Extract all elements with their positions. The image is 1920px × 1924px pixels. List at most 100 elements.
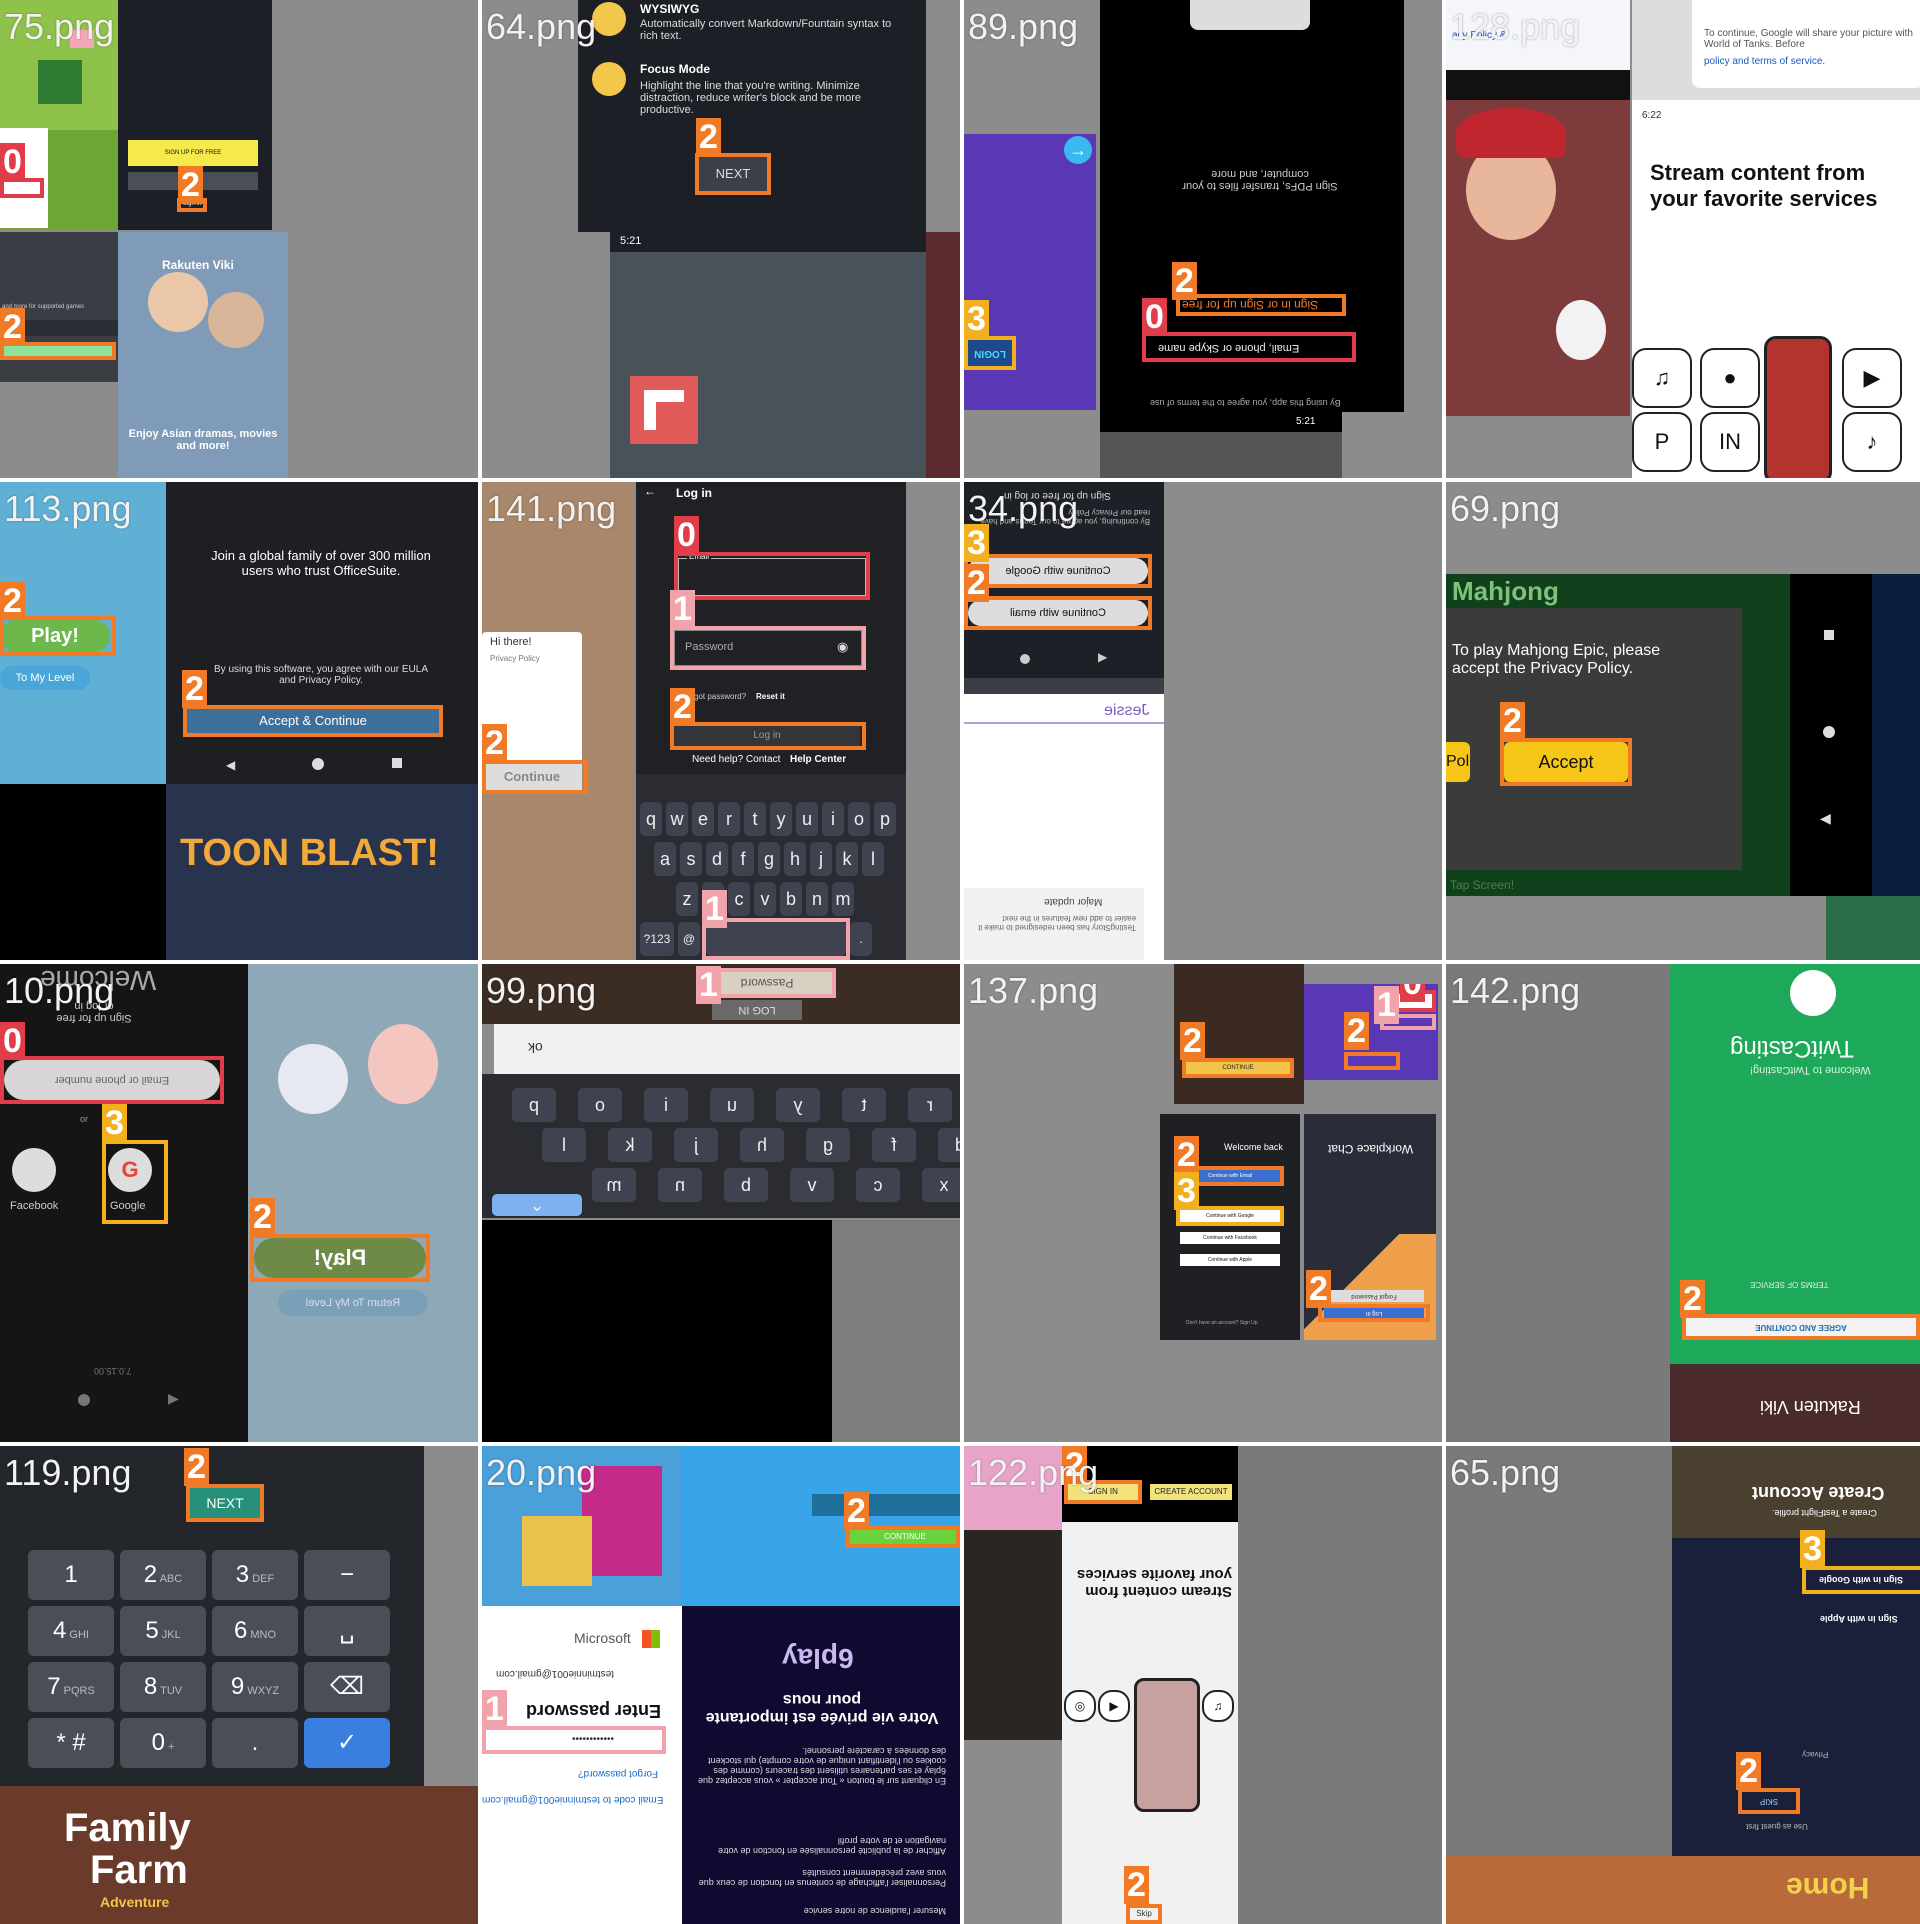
key-m[interactable]: m <box>832 882 854 916</box>
policy-button[interactable]: Policy <box>1446 742 1470 782</box>
numpad-key[interactable]: 0 + <box>120 1718 206 1768</box>
key-j[interactable]: j <box>674 1128 718 1162</box>
terms-link[interactable]: TERMS OF SERVICE <box>1750 1280 1829 1289</box>
help-center-link[interactable]: Help Center <box>790 754 846 765</box>
numpad-key[interactable]: ␣ <box>304 1606 390 1656</box>
back-icon[interactable]: ▶ <box>168 1390 179 1407</box>
key-k[interactable]: k <box>608 1128 652 1162</box>
my-level-button[interactable]: To My Level <box>0 666 90 690</box>
key-s[interactable]: s <box>680 842 702 876</box>
home-icon[interactable] <box>312 758 324 770</box>
facebook-button[interactable] <box>12 1148 56 1192</box>
key-f[interactable]: f <box>732 842 754 876</box>
policy-link[interactable]: policy and terms of service. <box>1704 56 1825 67</box>
forgot-button[interactable]: Forgot Password <box>1324 1290 1424 1302</box>
key-y[interactable]: y <box>770 802 792 836</box>
key-n[interactable]: n <box>658 1168 702 1202</box>
key-v[interactable]: v <box>790 1168 834 1202</box>
home-icon[interactable] <box>1823 726 1835 738</box>
key-c[interactable]: c <box>856 1168 900 1202</box>
key-i[interactable]: i <box>822 802 844 836</box>
key-at[interactable]: @ <box>678 922 700 956</box>
key-p[interactable]: p <box>874 802 896 836</box>
numpad-key[interactable]: − <box>304 1550 390 1600</box>
key-n[interactable]: n <box>806 882 828 916</box>
reset-link[interactable]: Reset it <box>756 692 785 701</box>
numpad-key[interactable]: 1 <box>28 1550 114 1600</box>
key-p[interactable]: p <box>512 1088 556 1122</box>
back-icon[interactable]: ◀ <box>1820 810 1831 827</box>
privacy-link[interactable]: Privacy Policy <box>490 654 540 663</box>
key-f[interactable]: f <box>872 1128 916 1162</box>
key-c[interactable]: c <box>728 882 750 916</box>
key-a[interactable]: a <box>654 842 676 876</box>
continue-apple-button[interactable]: Continue with Apple <box>1180 1254 1280 1266</box>
key-u[interactable]: u <box>710 1088 754 1122</box>
key-r[interactable]: r <box>908 1088 952 1122</box>
key-symbols[interactable]: ?123 <box>640 922 674 956</box>
numpad-key[interactable]: 4 GHI <box>28 1606 114 1656</box>
key-b[interactable]: b <box>724 1168 768 1202</box>
numpad-key[interactable]: . <box>212 1718 298 1768</box>
numpad-key[interactable]: 2 ABC <box>120 1550 206 1600</box>
key-u[interactable]: u <box>796 802 818 836</box>
key-w[interactable]: w <box>666 802 688 836</box>
numpad-key[interactable]: 8 TUV <box>120 1662 206 1712</box>
key-x[interactable]: x <box>922 1168 960 1202</box>
key-o[interactable]: o <box>848 802 870 836</box>
recents-icon[interactable] <box>392 758 402 768</box>
privacy-link[interactable]: Privacy <box>1802 1750 1828 1759</box>
key-k[interactable]: k <box>836 842 858 876</box>
key-i[interactable]: i <box>644 1088 688 1122</box>
search-bar[interactable]: ok <box>494 1024 960 1074</box>
key-l[interactable]: l <box>862 842 884 876</box>
return-level-button[interactable]: Return To My Level <box>278 1290 428 1316</box>
key-g[interactable]: g <box>806 1128 850 1162</box>
key-r[interactable]: r <box>718 802 740 836</box>
guest-link[interactable]: Use as guest first <box>1746 1822 1808 1831</box>
agree-text: By using this software, you agree with o… <box>214 664 428 686</box>
back-icon[interactable]: ◀ <box>226 758 238 772</box>
numpad-key[interactable]: 7 PQRS <box>28 1662 114 1712</box>
key-z[interactable]: z <box>676 882 698 916</box>
email-code-link[interactable]: Email code to testminnie001@gmail.com <box>482 1794 663 1805</box>
key-t[interactable]: t <box>744 802 766 836</box>
home-icon[interactable] <box>1020 654 1030 664</box>
sign-up-button[interactable]: SIGN UP FOR FREE <box>128 140 258 166</box>
numpad-key[interactable]: * # <box>28 1718 114 1768</box>
key-t[interactable]: t <box>842 1088 886 1122</box>
key-period[interactable]: . <box>850 922 872 956</box>
back-arrow-icon[interactable]: ← <box>644 484 656 498</box>
key-h[interactable]: h <box>740 1128 784 1162</box>
key-j[interactable]: j <box>810 842 832 876</box>
key-d[interactable]: d <box>706 842 728 876</box>
numpad-key[interactable]: 3 DEF <box>212 1550 298 1600</box>
recents-icon[interactable] <box>1824 630 1834 640</box>
forgot-password-link[interactable]: Forgot password? <box>578 1768 658 1779</box>
sign-up-link[interactable]: Don't have an account? Sign Up <box>1186 1320 1258 1326</box>
home-icon[interactable] <box>78 1394 90 1406</box>
numpad-key[interactable]: 5 JKL <box>120 1606 206 1656</box>
back-icon[interactable]: ▶ <box>1098 650 1107 664</box>
numpad-key[interactable]: 6 MNO <box>212 1606 298 1656</box>
key-v[interactable]: v <box>754 882 776 916</box>
key-q[interactable]: q <box>640 802 662 836</box>
key-b[interactable]: b <box>780 882 802 916</box>
create-account-button[interactable]: CREATE ACCOUNT <box>1150 1484 1232 1500</box>
apple-signin-button[interactable]: Sign in with Apple <box>1820 1614 1898 1624</box>
key-h[interactable]: h <box>784 842 806 876</box>
key-o[interactable]: o <box>578 1088 622 1122</box>
key-enter[interactable]: ⌄ <box>492 1194 582 1216</box>
numpad-key[interactable]: 9 WXYZ <box>212 1662 298 1712</box>
key-m[interactable]: m <box>592 1168 636 1202</box>
continue-facebook-button[interactable]: Continue with Facebook <box>1180 1232 1280 1244</box>
numpad-key[interactable]: ✓ <box>304 1718 390 1768</box>
key-l[interactable]: l <box>542 1128 586 1162</box>
arrow-right-icon[interactable]: → <box>1064 136 1092 164</box>
login-button[interactable]: LOG IN <box>712 1000 802 1020</box>
key-e[interactable]: e <box>692 802 714 836</box>
key-y[interactable]: y <box>776 1088 820 1122</box>
key-g[interactable]: g <box>758 842 780 876</box>
key-d[interactable]: d <box>938 1128 960 1162</box>
numpad-key[interactable]: ⌫ <box>304 1662 390 1712</box>
